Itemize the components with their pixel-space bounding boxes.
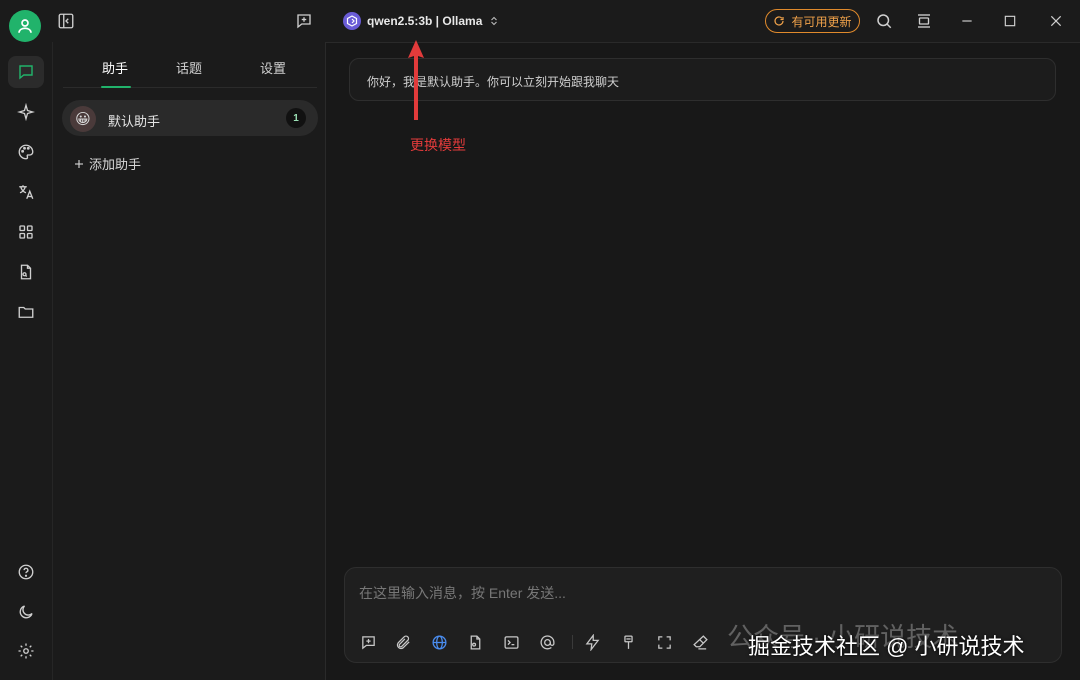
maximize-icon: [1004, 15, 1016, 27]
plus-icon: [75, 159, 83, 168]
help-icon: [18, 564, 34, 580]
fullscreen-icon: [657, 635, 671, 649]
assistant-panel: 助手 话题 设置 😀 默认助手 1 添加助手: [52, 42, 326, 680]
mcp-button[interactable]: [501, 632, 521, 652]
at-icon: [539, 634, 555, 649]
nav-agents-button[interactable]: [14, 100, 38, 124]
sparkle-icon: [17, 103, 35, 121]
nav-translate-button[interactable]: [14, 180, 38, 204]
expand-layout-icon: [918, 14, 930, 28]
nav-files-button[interactable]: [14, 260, 38, 284]
add-assistant-button[interactable]: 添加助手: [73, 154, 141, 173]
model-selector[interactable]: qwen2.5:3b | Ollama: [343, 11, 500, 31]
title-bar: qwen2.5:3b | Ollama 有可用更新: [0, 0, 1080, 43]
attachment-button[interactable]: [393, 632, 413, 652]
new-topic-button[interactable]: [292, 9, 316, 33]
file-icon: [470, 634, 480, 650]
model-provider-logo-icon: [343, 12, 361, 30]
nav-rail: [0, 42, 52, 680]
nav-chat-button[interactable]: [14, 60, 38, 84]
update-label: 有可用更新: [791, 14, 852, 29]
new-chat-icon: [297, 14, 311, 29]
brush-icon: [623, 634, 633, 649]
nav-settings-button[interactable]: [14, 639, 38, 663]
assistant-avatar: 😀: [70, 106, 96, 132]
nav-apps-button[interactable]: [14, 220, 38, 244]
clear-button[interactable]: [690, 632, 710, 652]
chevron-updown-icon: [491, 16, 498, 26]
assistant-name: 默认助手: [108, 114, 161, 129]
web-search-button[interactable]: [429, 632, 449, 652]
attachment-icon: [396, 635, 410, 649]
nav-help-button[interactable]: [14, 560, 38, 584]
add-assistant-label: 添加助手: [89, 157, 142, 172]
toolbar-divider: [572, 635, 573, 649]
palette-icon: [18, 144, 34, 160]
tab-assistants[interactable]: 助手: [85, 58, 145, 77]
quick-phrase-button[interactable]: [582, 632, 602, 652]
message-input[interactable]: [359, 582, 959, 604]
moon-icon: [19, 605, 33, 619]
toggle-sidebar-button[interactable]: [54, 9, 78, 33]
minimap-button[interactable]: [912, 9, 936, 33]
user-icon: [18, 19, 32, 33]
close-icon: [1050, 15, 1062, 27]
annotation-label: 更换模型: [410, 137, 466, 153]
assistant-item-default[interactable]: 😀 默认助手 1: [62, 100, 318, 136]
active-tab-indicator: [101, 86, 131, 88]
panel-tabs: 助手 话题 设置: [63, 42, 317, 88]
user-avatar[interactable]: [9, 10, 41, 42]
new-topic-icon: [361, 635, 375, 649]
assistant-emoji: 😀: [75, 111, 91, 128]
search-icon: [877, 14, 892, 29]
annotation-arrow: [408, 40, 424, 120]
eraser-icon: [692, 634, 708, 650]
refresh-icon: [774, 16, 785, 26]
knowledge-base-button[interactable]: [465, 632, 485, 652]
minimize-button[interactable]: [955, 9, 979, 33]
mention-button[interactable]: [537, 632, 557, 652]
topic-count-badge: 1: [286, 108, 306, 128]
close-button[interactable]: [1044, 9, 1068, 33]
update-available-button[interactable]: 有可用更新: [765, 9, 860, 33]
nav-paint-button[interactable]: [14, 140, 38, 164]
nav-folder-button[interactable]: [14, 300, 38, 324]
terminal-icon: [503, 635, 519, 649]
format-button[interactable]: [618, 632, 638, 652]
globe-icon: [431, 634, 447, 650]
assistant-message: 你好，我是默认助手。你可以立刻开始跟我聊天: [349, 58, 1056, 101]
tab-settings[interactable]: 设置: [243, 58, 303, 77]
minimize-icon: [962, 20, 972, 22]
chat-icon: [19, 65, 33, 80]
lightning-icon: [585, 633, 599, 651]
translate-icon: [19, 185, 34, 200]
folder-icon: [18, 306, 34, 318]
search-button[interactable]: [872, 9, 896, 33]
file-search-icon: [20, 264, 32, 280]
gear-icon: [18, 643, 34, 659]
watermark: 掘金技术社区 @ 小研说技术: [748, 634, 1025, 659]
tab-topics[interactable]: 话题: [159, 58, 219, 77]
apps-grid-icon: [19, 225, 33, 239]
nav-theme-button[interactable]: [14, 600, 38, 624]
sidebar-toggle-icon: [58, 13, 74, 29]
new-topic-tool-button[interactable]: [358, 632, 378, 652]
model-name: qwen2.5:3b | Ollama: [367, 14, 483, 28]
expand-input-button[interactable]: [654, 632, 674, 652]
maximize-button[interactable]: [998, 9, 1022, 33]
